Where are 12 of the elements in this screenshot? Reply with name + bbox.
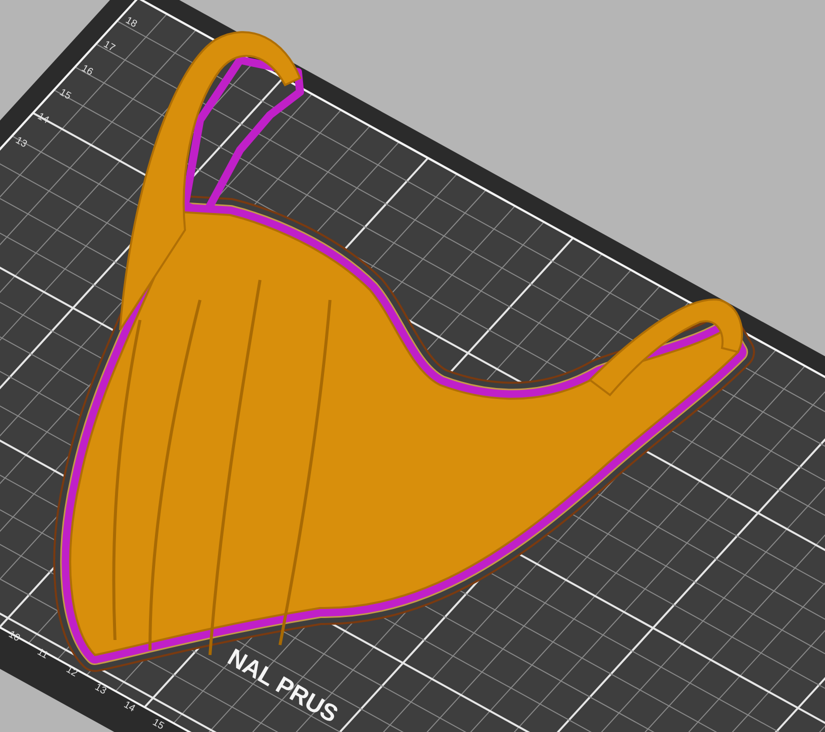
axis-label: 15 <box>150 717 166 732</box>
axis-label: 16 <box>80 63 95 78</box>
axis-label: 11 <box>35 646 50 662</box>
axis-label: 15 <box>58 87 73 102</box>
axis-label: 12 <box>64 664 80 680</box>
axis-label: 17 <box>102 39 117 54</box>
axis-label: 13 <box>92 682 108 697</box>
axis-label: 18 <box>124 15 139 30</box>
axis-label: 10 <box>6 629 22 644</box>
axis-label: 13 <box>14 135 29 150</box>
axis-label: 14 <box>36 111 51 126</box>
axis-label: 14 <box>122 699 137 715</box>
